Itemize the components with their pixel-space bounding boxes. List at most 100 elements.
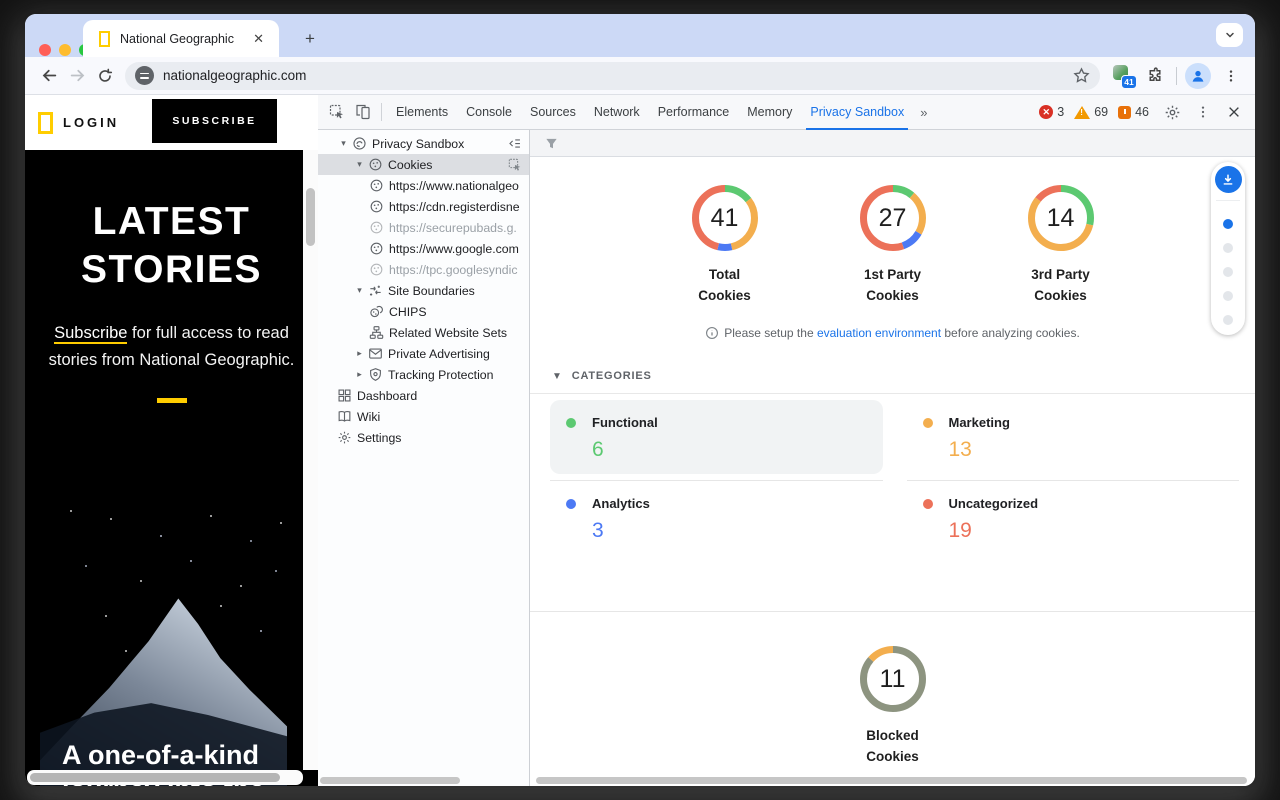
new-tab-button[interactable]: + xyxy=(297,26,323,52)
console-errors-badge[interactable]: ✕ 3 xyxy=(1039,105,1064,119)
tree-expanded-arrow-icon[interactable]: ▾ xyxy=(352,159,367,170)
issues-badge[interactable]: 46 xyxy=(1118,105,1149,119)
tree-item-label: https://securepubads.g. xyxy=(389,221,517,235)
tree-item-label: Wiki xyxy=(357,410,380,424)
inspect-element-icon[interactable] xyxy=(324,99,350,125)
devtools-tab-memory[interactable]: Memory xyxy=(738,95,801,129)
profile-avatar[interactable] xyxy=(1185,63,1211,89)
category-dot-icon xyxy=(566,499,576,509)
subscribe-button[interactable]: SUBSCRIBE xyxy=(152,99,277,143)
devtools-tab-performance[interactable]: Performance xyxy=(649,95,739,129)
section-dot-2[interactable] xyxy=(1223,243,1233,253)
tree-item-site-boundaries[interactable]: ▾Site Boundaries xyxy=(318,280,529,301)
extensions-puzzle-icon[interactable] xyxy=(1140,62,1168,90)
device-toolbar-icon[interactable] xyxy=(350,99,376,125)
donut-label: 1st PartyCookies xyxy=(864,264,921,306)
wiki-icon xyxy=(336,409,353,424)
forward-button[interactable] xyxy=(63,62,91,90)
devtools-menu-kebab-icon[interactable] xyxy=(1190,99,1216,125)
devtools-tab-console[interactable]: Console xyxy=(457,95,521,129)
tracking-protection-icon xyxy=(367,367,384,382)
bookmark-star-icon[interactable] xyxy=(1073,67,1090,84)
site-info-icon[interactable] xyxy=(135,66,154,85)
tree-item-tracking-protection[interactable]: ▸Tracking Protection xyxy=(318,364,529,385)
devtools-tab-network[interactable]: Network xyxy=(585,95,649,129)
browser-tab[interactable]: National Geographic ✕ xyxy=(83,20,279,57)
devtools-tab-sources[interactable]: Sources xyxy=(521,95,585,129)
category-marketing[interactable]: Marketing13 xyxy=(907,400,1240,481)
warning-icon xyxy=(1074,106,1090,119)
natgeo-logo[interactable] xyxy=(38,112,53,134)
issues-icon xyxy=(1118,106,1131,119)
collapse-panel-icon[interactable] xyxy=(507,136,522,151)
story-card-image[interactable]: A one-of-a-kind journey into the Amazon xyxy=(40,490,287,786)
error-icon: ✕ xyxy=(1039,105,1053,119)
tree-item-settings[interactable]: Settings xyxy=(318,427,529,448)
url-bar[interactable]: nationalgeographic.com xyxy=(125,62,1100,90)
tab-close-icon[interactable]: ✕ xyxy=(248,29,269,49)
devtools-close-icon[interactable] xyxy=(1221,99,1247,125)
devtools-tab-privacy-sandbox[interactable]: Privacy Sandbox xyxy=(801,95,913,129)
category-name: Uncategorized xyxy=(949,496,1039,511)
url-text: nationalgeographic.com xyxy=(163,68,1073,83)
donut-label: 3rd PartyCookies xyxy=(1031,264,1090,306)
donut-value: 41 xyxy=(690,183,760,253)
tree-item-chips[interactable]: CHIPS xyxy=(318,301,529,322)
evaluation-environment-link[interactable]: evaluation environment xyxy=(817,326,941,340)
section-dot-1-active[interactable] xyxy=(1223,219,1233,229)
tree-item-https-tpc-googlesyndic[interactable]: https://tpc.googlesyndic xyxy=(318,259,529,280)
tree-item-https-cdn-registerdisne[interactable]: https://cdn.registerdisne xyxy=(318,196,529,217)
browser-toolbar: nationalgeographic.com 41 xyxy=(25,57,1255,95)
tree-item-privacy-sandbox[interactable]: ▾Privacy Sandbox xyxy=(318,133,529,154)
close-window-button[interactable] xyxy=(39,44,51,56)
tree-collapsed-arrow-icon[interactable]: ▸ xyxy=(352,348,367,359)
tree-item-label: Cookies xyxy=(388,158,432,172)
download-report-button[interactable] xyxy=(1215,166,1242,193)
section-dot-5[interactable] xyxy=(1223,315,1233,325)
filter-toolbar xyxy=(530,130,1255,157)
tree-item-label: Dashboard xyxy=(357,389,417,403)
cookies-report: 41TotalCookies271st PartyCookies143rd Pa… xyxy=(530,157,1255,786)
category-dot-icon xyxy=(566,418,576,428)
sidebar-horizontal-scrollbar[interactable] xyxy=(320,777,460,784)
tree-item-cookies[interactable]: ▾ Cookies xyxy=(318,154,529,175)
console-warnings-badge[interactable]: 69 xyxy=(1074,105,1108,119)
subscribe-link[interactable]: Subscribe xyxy=(54,324,127,344)
main-horizontal-scrollbar[interactable] xyxy=(536,777,1247,784)
back-button[interactable] xyxy=(35,62,63,90)
category-uncategorized[interactable]: Uncategorized19 xyxy=(907,481,1240,603)
donut-chart: 27 xyxy=(858,183,928,253)
tree-item-dashboard[interactable]: Dashboard xyxy=(318,385,529,406)
tree-item-https-www-nationalgeo[interactable]: https://www.nationalgeo xyxy=(318,175,529,196)
extension-badge: 41 xyxy=(1121,75,1137,89)
tree-expanded-arrow-icon[interactable]: ▾ xyxy=(352,285,367,296)
site-header: LOGIN SUBSCRIBE xyxy=(25,95,318,150)
section-dot-4[interactable] xyxy=(1223,291,1233,301)
section-dot-3[interactable] xyxy=(1223,267,1233,277)
tree-item-private-advertising[interactable]: ▸Private Advertising xyxy=(318,343,529,364)
browser-menu-kebab-icon[interactable] xyxy=(1217,62,1245,90)
tree-collapsed-arrow-icon[interactable]: ▸ xyxy=(352,369,367,380)
categories-section-header[interactable]: ▼ CATEGORIES xyxy=(552,370,1255,382)
category-analytics[interactable]: Analytics3 xyxy=(550,481,883,603)
filter-funnel-icon[interactable] xyxy=(544,136,559,151)
category-functional[interactable]: Functional6 xyxy=(550,400,883,481)
tree-item-https-securepubads-g[interactable]: https://securepubads.g. xyxy=(318,217,529,238)
more-tabs-chevron-icon[interactable]: » xyxy=(913,105,933,120)
tree-expanded-arrow-icon[interactable]: ▾ xyxy=(336,138,351,149)
reload-button[interactable] xyxy=(91,62,119,90)
devtools-tab-elements[interactable]: Elements xyxy=(387,95,457,129)
psat-extension-icon[interactable]: 41 xyxy=(1111,63,1137,89)
tree-item-related-website-sets[interactable]: Related Website Sets xyxy=(318,322,529,343)
minimize-window-button[interactable] xyxy=(59,44,71,56)
devtools-settings-gear-icon[interactable] xyxy=(1159,99,1185,125)
site-vertical-scrollbar[interactable] xyxy=(303,150,318,770)
tab-search-chevron-icon[interactable] xyxy=(1216,23,1243,47)
site-horizontal-scrollbar[interactable] xyxy=(27,770,303,785)
tree-item-wiki[interactable]: Wiki xyxy=(318,406,529,427)
tree-item-https-www-google-com[interactable]: https://www.google.com xyxy=(318,238,529,259)
latest-stories-heading: LATEST STORIES xyxy=(25,198,318,294)
login-button[interactable]: LOGIN xyxy=(63,115,119,130)
category-count: 13 xyxy=(949,438,1224,462)
inspect-target-icon[interactable] xyxy=(508,158,522,172)
